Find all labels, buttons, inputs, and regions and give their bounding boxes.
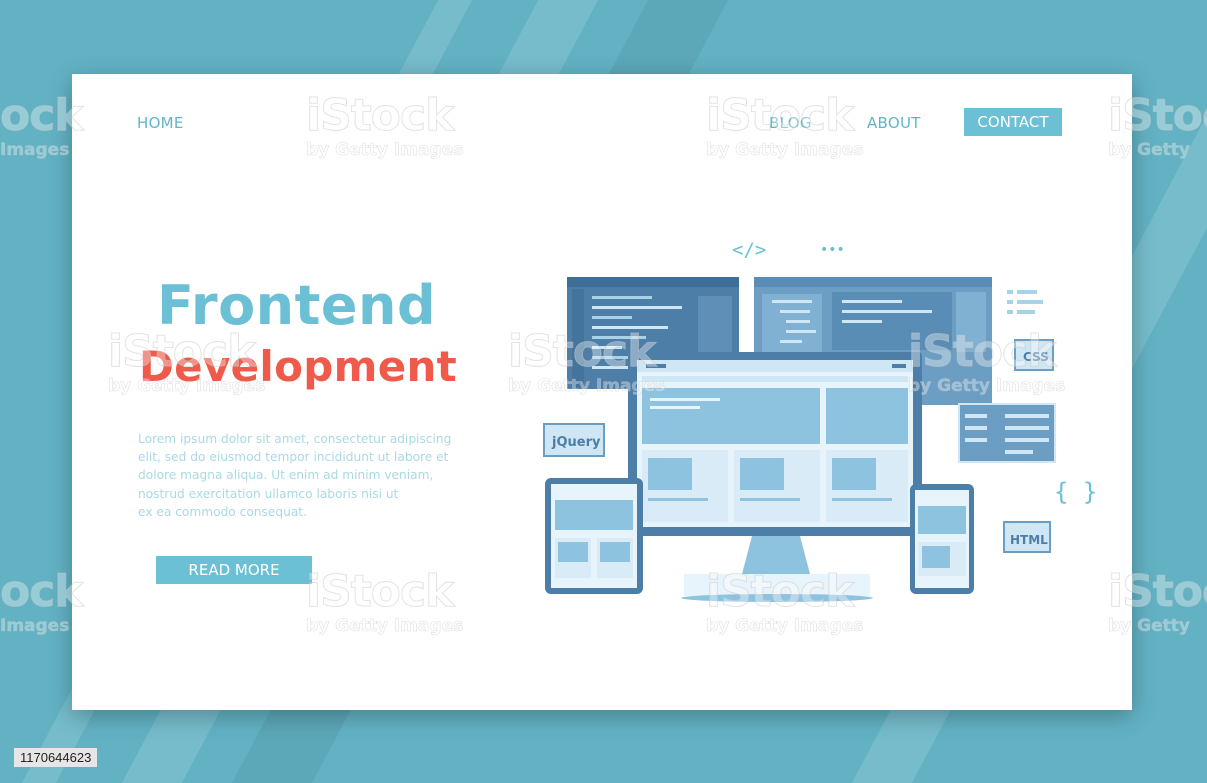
- dots-icon: •••: [820, 242, 845, 258]
- list-lines-icon: [1007, 290, 1043, 314]
- css-tag: CSS: [1014, 339, 1054, 371]
- stock-image-id: 1170644623: [14, 748, 98, 767]
- tablet-illustration: [545, 478, 643, 594]
- jquery-tag: jQuery: [543, 423, 605, 457]
- svg-text:jQuery: jQuery: [551, 435, 601, 450]
- form-panel: [958, 403, 1056, 463]
- svg-text:HTML: HTML: [1010, 533, 1048, 547]
- code-tag-icon: </>: [732, 239, 766, 261]
- monitor-illustration: [628, 352, 922, 602]
- html-tag: HTML: [1003, 521, 1051, 553]
- landing-page-card: HOME BLOG ABOUT CONTACT Frontend Develop…: [72, 74, 1132, 710]
- istock-watermark-edge: ock Images: [0, 90, 84, 160]
- svg-text:CSS: CSS: [1023, 350, 1049, 364]
- phone-illustration: [910, 484, 974, 594]
- istock-watermark-edge: ock Images: [0, 566, 84, 636]
- frontend-devices-illustration: </> ••• CSS jQuery {} HTML: [543, 239, 1097, 602]
- braces-icon: { }: [1054, 478, 1097, 506]
